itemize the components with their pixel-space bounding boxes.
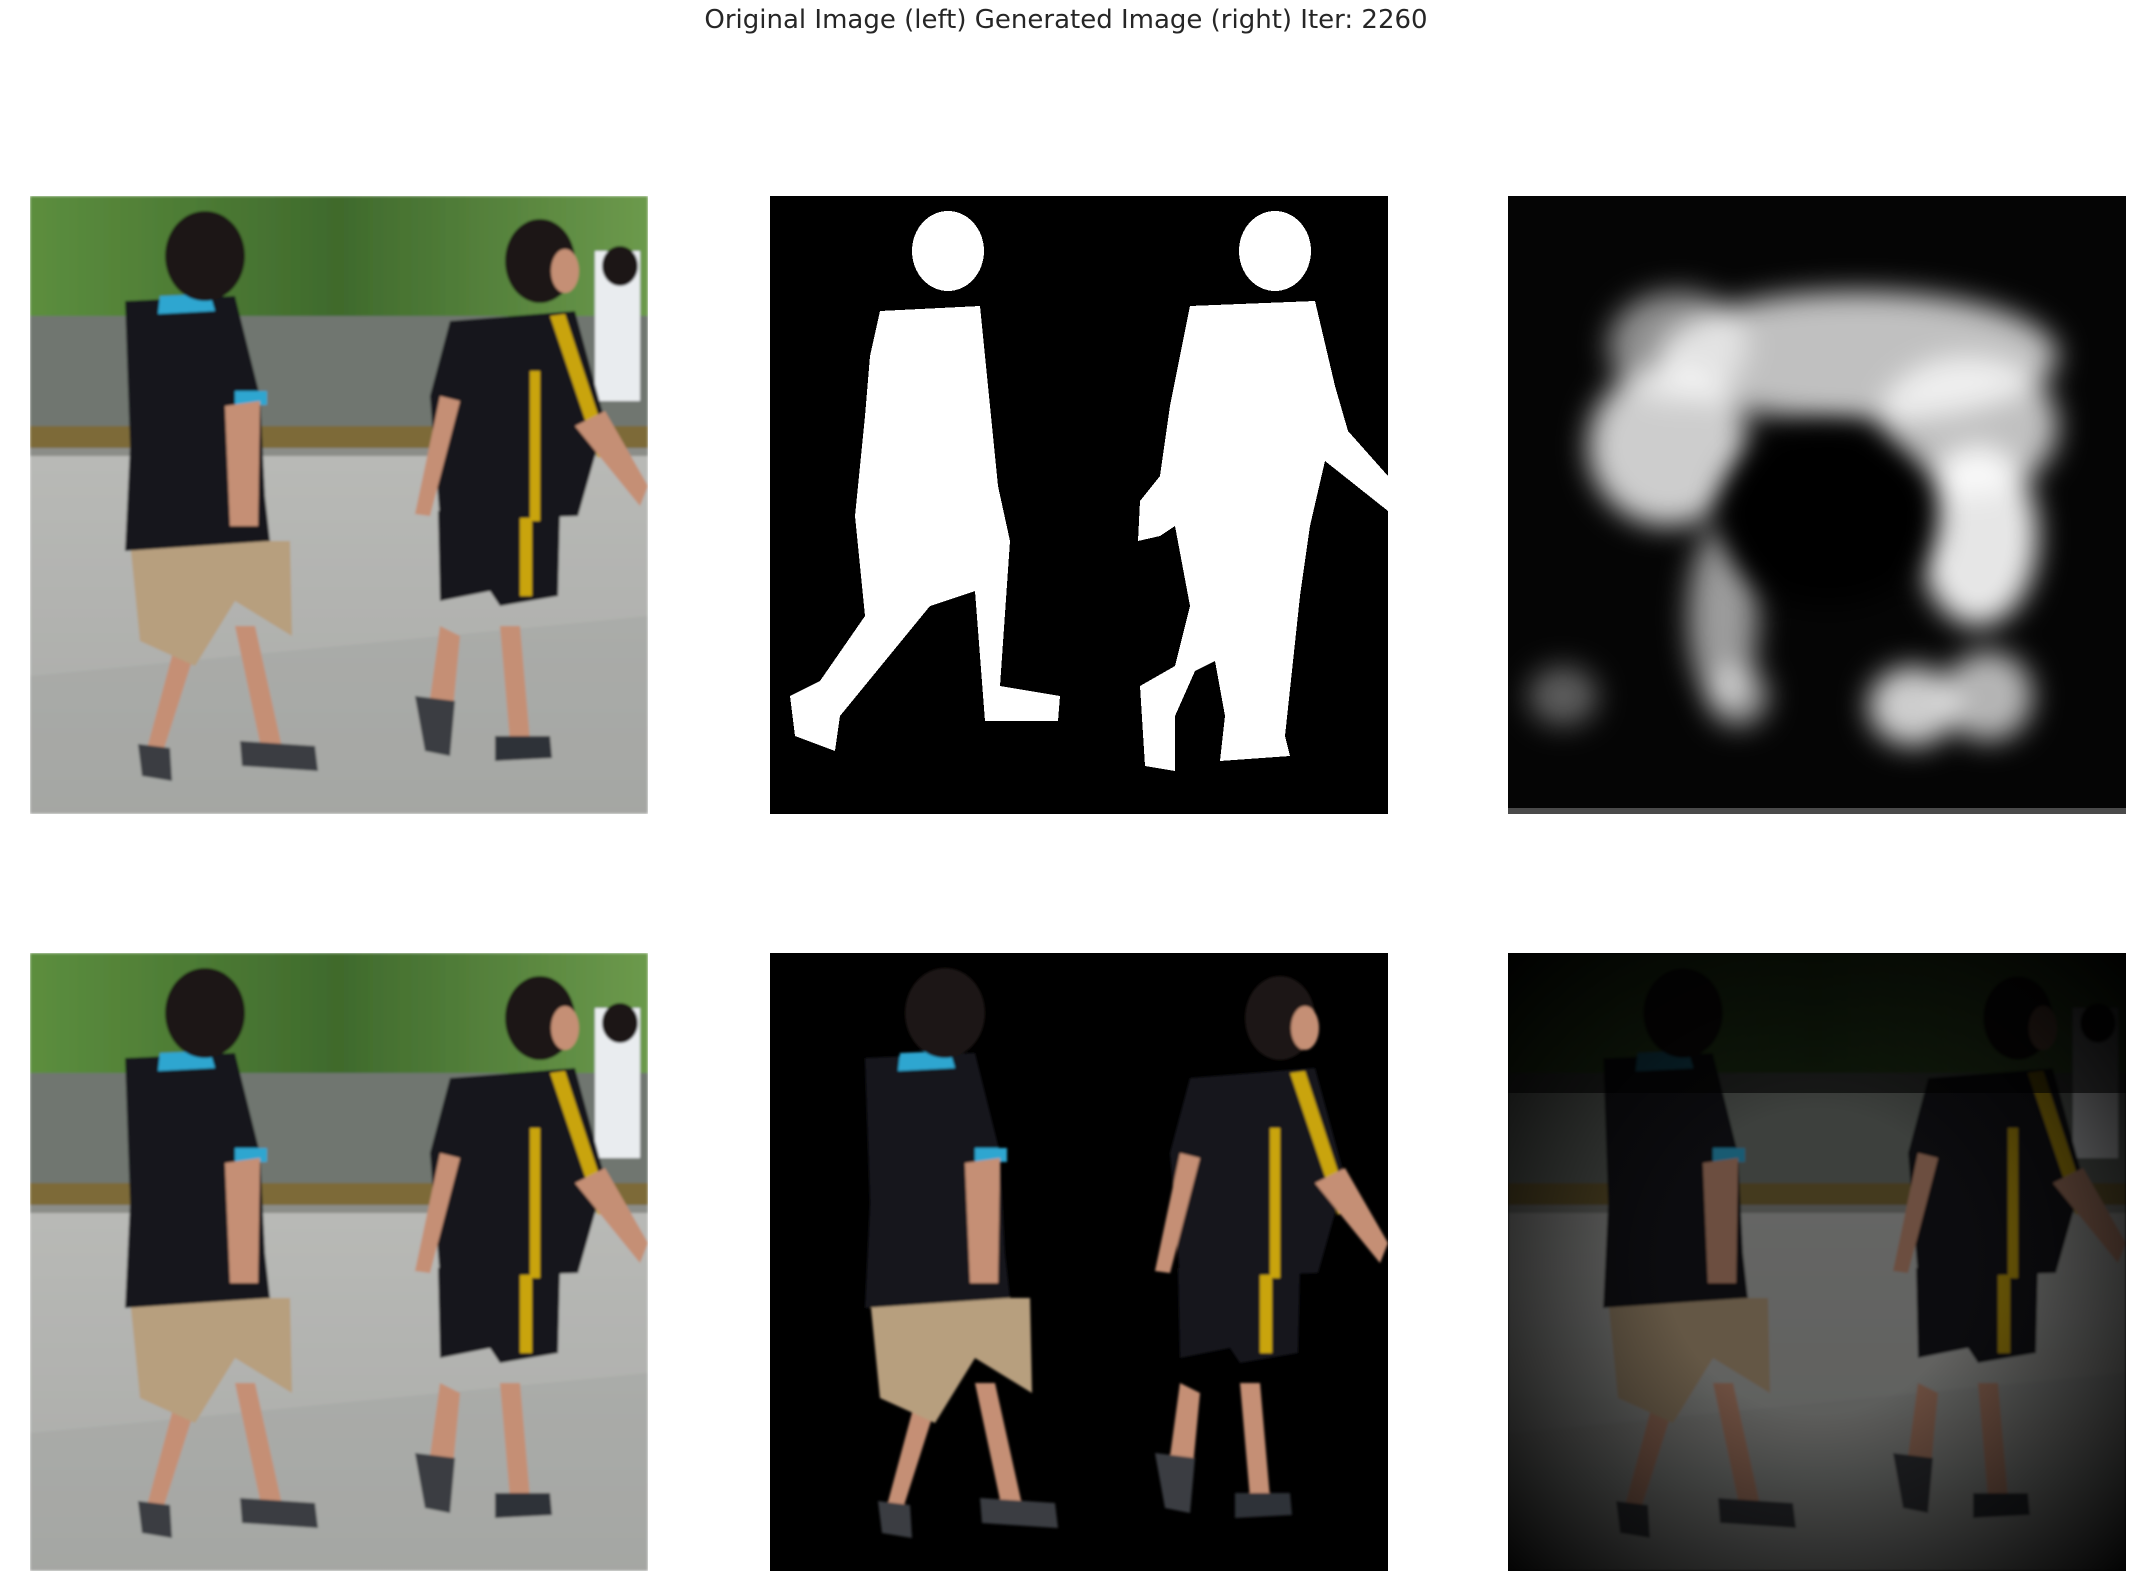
figure-title: Original Image (left) Generated Image (r… — [704, 5, 1428, 35]
original-image-top — [30, 196, 648, 814]
generated-photo — [1508, 953, 2126, 1571]
predicted-mask — [1508, 196, 2126, 814]
original-photo — [30, 196, 648, 814]
original-photo — [30, 953, 648, 1571]
ground-truth-mask — [770, 196, 1388, 814]
soft-mask-prediction — [1508, 196, 2126, 814]
binary-mask — [770, 196, 1388, 814]
masked-photo — [770, 953, 1388, 1571]
generated-masked-image — [1508, 953, 2126, 1571]
original-image-bottom — [30, 953, 648, 1571]
ground-truth-masked-image — [770, 953, 1388, 1571]
